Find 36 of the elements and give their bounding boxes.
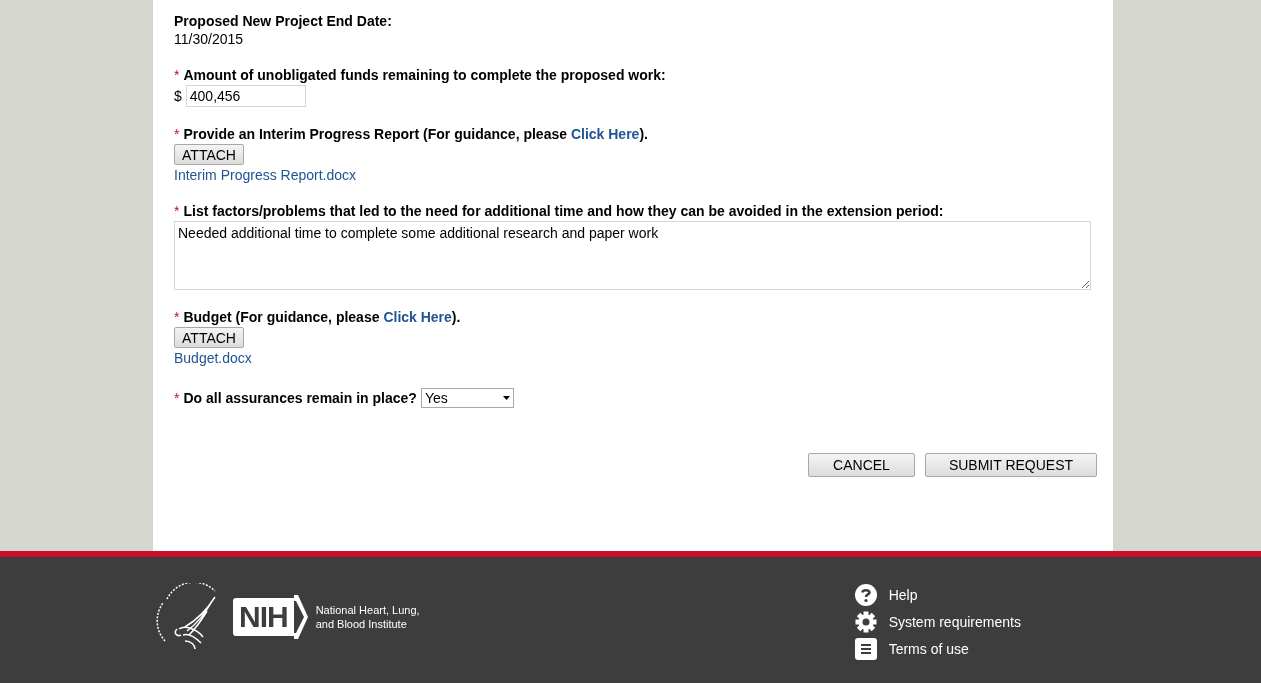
required-marker: * — [174, 389, 180, 407]
required-marker: * — [174, 309, 180, 326]
chevron-icon — [293, 595, 308, 639]
guidance-link[interactable]: Click Here — [383, 309, 452, 325]
document-icon — [854, 638, 877, 660]
nih-badge: NIH — [233, 598, 294, 636]
attach-button[interactable]: ATTACH — [174, 327, 244, 348]
amount-field[interactable]: 400,456 — [185, 85, 306, 107]
footer-link[interactable]: Help — [888, 586, 918, 604]
field-label: List factors/problems that led to the need for additional time and how they can be avoided in the extension period: — [183, 203, 944, 220]
help-icon — [854, 584, 877, 606]
field-value: 11/30/2015 — [174, 31, 245, 48]
footer-link[interactable]: Terms of use — [888, 640, 969, 658]
file-link[interactable]: Budget.docx — [174, 350, 252, 367]
field-label: Do all assurances remain in place? — [183, 389, 417, 407]
field-label: Proposed New Project End Date: — [174, 13, 392, 30]
institute-name-line: National Heart, Lung, — [315, 603, 420, 617]
required-marker: * — [174, 126, 180, 143]
required-marker: * — [174, 203, 180, 220]
attach-button[interactable]: ATTACH — [174, 144, 244, 165]
guidance-link[interactable]: Click Here — [570, 126, 640, 142]
field-label: Provide an Interim Progress Report (For guidance, please Click Here). — [183, 126, 648, 143]
submit-button[interactable]: SUBMIT REQUEST — [925, 453, 1097, 477]
dropdown[interactable]: Yes — [420, 388, 514, 408]
required-marker: * — [174, 67, 180, 84]
dropdown-value: Yes — [424, 389, 448, 407]
field-label: Amount of unobligated funds remaining to complete the proposed work: — [183, 67, 666, 84]
currency-symbol: $ — [174, 87, 182, 105]
cancel-button[interactable]: CANCEL — [808, 453, 915, 477]
text-area-field[interactable]: Needed additional time to complete some additional research and paper work — [174, 221, 1091, 290]
footer-link[interactable]: System requirements — [888, 613, 1021, 631]
field-label: Budget (For guidance, please Click Here). — [183, 309, 461, 326]
settings-icon — [854, 611, 877, 633]
caret-icon — [502, 396, 510, 400]
file-link[interactable]: Interim Progress Report.docx — [174, 167, 357, 184]
institute-name-line: and Blood Institute — [315, 617, 408, 631]
